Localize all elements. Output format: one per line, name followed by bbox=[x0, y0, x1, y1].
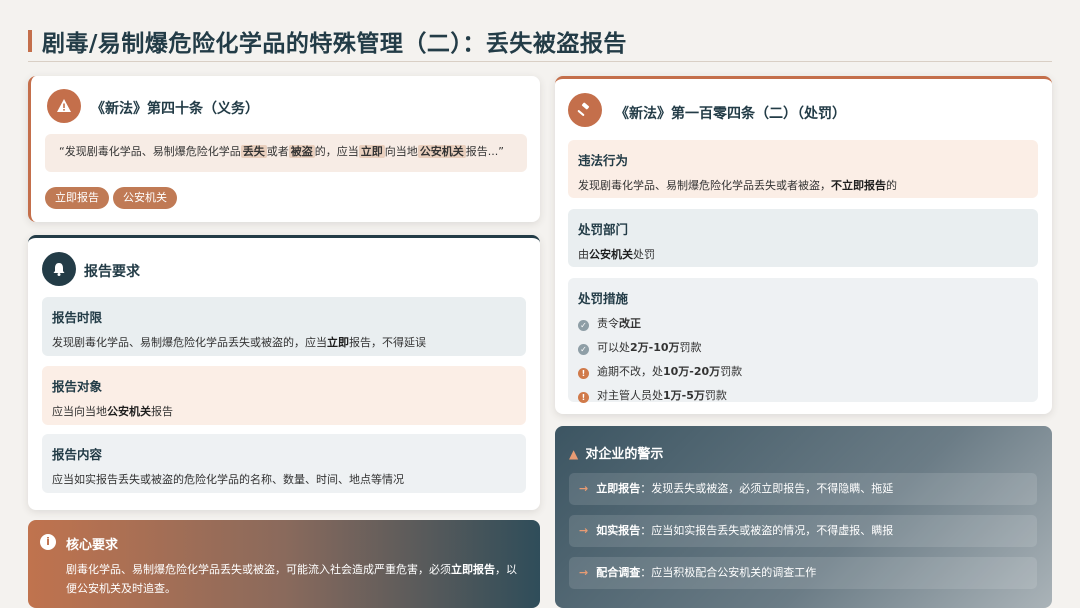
warning-item-report: → 立即报告：发现丢失或被盗，必须立即报告，不得隐瞒、拖延 bbox=[569, 473, 1037, 505]
quote-text: 向当地 bbox=[384, 145, 418, 158]
warning-icon bbox=[47, 89, 81, 123]
info-icon: i bbox=[40, 534, 56, 550]
warning-heading-row: ▲ 对企业的警示 bbox=[569, 443, 663, 462]
warning-item-truthful: → 如实报告：应当如实报告丢失或被盗的情况，不得虚报、瞒报 bbox=[569, 515, 1037, 547]
tag-immediate-report: 立即报告 bbox=[45, 187, 109, 209]
report-item-desc: 应当向当地公安机关报告 bbox=[52, 405, 173, 418]
enterprise-warning-card: ▲ 对企业的警示 → 立即报告：发现丢失或被盗，必须立即报告，不得隐瞒、拖延 → 如… bbox=[555, 426, 1052, 608]
report-card: 报告要求 报告时限 发现剧毒化学品、易制爆危险化学品丢失或被盗的，应当立即报告，… bbox=[28, 235, 540, 510]
quote-highlight: 立即 bbox=[358, 145, 385, 158]
duty-card: 《新法》第四十条（义务） “发现剧毒化学品、易制爆危险化学品 丢失 或者 被盗 的，应当… bbox=[28, 76, 540, 222]
violation-title: 违法行为 bbox=[578, 153, 629, 168]
arrow-right-icon: → bbox=[579, 482, 589, 495]
violation-desc: 发现剧毒化学品、易制爆危险化学品丢失或者被盗，不立即报告的 bbox=[578, 179, 897, 192]
quote-highlight: 被盗 bbox=[288, 145, 315, 158]
measure-item: ✓ 责令改正 bbox=[578, 315, 1028, 331]
report-item-target: 报告对象 应当向当地公安机关报告 bbox=[42, 366, 526, 425]
report-item-content: 报告内容 应当如实报告丢失或被盗的危险化学品的名称、数量、时间、地点等情况 bbox=[42, 434, 526, 493]
department-desc: 由公安机关处罚 bbox=[578, 248, 655, 261]
department-box: 处罚部门 由公安机关处罚 bbox=[568, 209, 1038, 267]
core-text: 剧毒化学品、易制爆危险化学品丢失或被盗，可能流入社会造成严重危害，必须立即报告，… bbox=[66, 563, 517, 595]
quote-text: 或者 bbox=[266, 145, 289, 158]
title-accent-bar bbox=[28, 30, 32, 52]
quote-highlight: 丢失 bbox=[240, 145, 267, 158]
check-icon: ✓ bbox=[578, 344, 589, 355]
page-header: 剧毒/易制爆危险化学品的特殊管理（二）：丢失被盗报告 bbox=[28, 22, 1052, 62]
report-item-title: 报告时限 bbox=[52, 310, 103, 325]
quote-text: 的，应当 bbox=[314, 145, 359, 158]
bell-icon bbox=[42, 252, 76, 286]
arrow-right-icon: → bbox=[579, 566, 589, 579]
duty-quote: “发现剧毒化学品、易制爆危险化学品 丢失 或者 被盗 的，应当 立即 向当地 公安机关 报告..… bbox=[45, 134, 527, 172]
gavel-icon bbox=[568, 93, 602, 127]
measure-item: ! 对主管人员处1万-5万罚款 bbox=[578, 387, 1028, 403]
penalty-card: 《新法》第一百零四条（二）（处罚） 违法行为 发现剧毒化学品、易制爆危险化学品丢… bbox=[555, 76, 1052, 414]
alert-icon: ! bbox=[578, 392, 589, 403]
quote-text: “发现剧毒化学品、易制爆危险化学品 bbox=[59, 145, 241, 158]
duty-heading: 《新法》第四十条（义务） bbox=[91, 101, 259, 117]
check-icon: ✓ bbox=[578, 320, 589, 331]
department-title: 处罚部门 bbox=[578, 222, 629, 237]
violation-box: 违法行为 发现剧毒化学品、易制爆危险化学品丢失或者被盗，不立即报告的 bbox=[568, 140, 1038, 198]
quote-highlight: 公安机关 bbox=[417, 145, 466, 158]
warning-heading: 对企业的警示 bbox=[585, 447, 664, 462]
measures-box: 处罚措施 ✓ 责令改正 ✓ 可以处2万-10万罚款 ! 逾期不改，处10万-20万罚款… bbox=[568, 278, 1038, 403]
alert-icon: ! bbox=[578, 368, 589, 379]
report-item-desc: 发现剧毒化学品、易制爆危险化学品丢失或被盗的，应当立即报告，不得延误 bbox=[52, 336, 426, 349]
report-heading: 报告要求 bbox=[84, 264, 140, 280]
report-item-deadline: 报告时限 发现剧毒化学品、易制爆危险化学品丢失或被盗的，应当立即报告，不得延误 bbox=[42, 297, 526, 356]
core-heading: 核心要求 bbox=[66, 538, 119, 553]
measures-title: 处罚措施 bbox=[578, 291, 629, 306]
measure-item: ! 逾期不改，处10万-20万罚款 bbox=[578, 363, 1028, 379]
penalty-heading: 《新法》第一百零四条（二）（处罚） bbox=[615, 106, 846, 122]
report-item-title: 报告内容 bbox=[52, 447, 103, 462]
arrow-right-icon: → bbox=[579, 524, 589, 537]
report-item-title: 报告对象 bbox=[52, 379, 103, 394]
warning-icon: ▲ bbox=[569, 447, 579, 461]
tag-public-security: 公安机关 bbox=[113, 187, 177, 209]
quote-text: 报告...” bbox=[465, 145, 504, 158]
page-title: 剧毒/易制爆危险化学品的特殊管理（二）：丢失被盗报告 bbox=[42, 31, 627, 57]
report-item-desc: 应当如实报告丢失或被盗的危险化学品的名称、数量、时间、地点等情况 bbox=[52, 473, 404, 486]
measure-item: ✓ 可以处2万-10万罚款 bbox=[578, 339, 1028, 355]
warning-item-cooperate: → 配合调查：应当积极配合公安机关的调查工作 bbox=[569, 557, 1037, 589]
core-requirement-card: i 核心要求 剧毒化学品、易制爆危险化学品丢失或被盗，可能流入社会造成严重危害，… bbox=[28, 520, 540, 608]
